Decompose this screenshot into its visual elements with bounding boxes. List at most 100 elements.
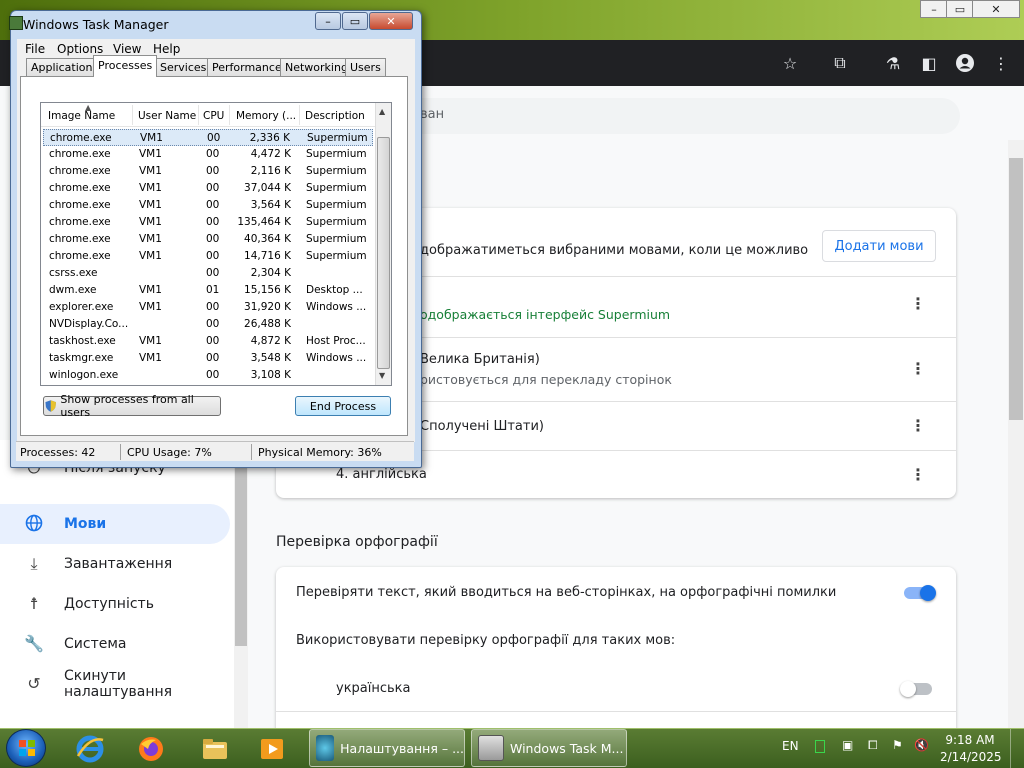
process-list[interactable]: ▲ Image Name User Name CPU Memory (... D… <box>40 102 392 386</box>
menu-file[interactable]: File <box>25 42 45 56</box>
language-item-1-menu-icon[interactable]: ⋮ <box>910 294 926 314</box>
main-scrollbar-thumb[interactable] <box>1009 158 1023 420</box>
process-description: Supermium <box>306 216 367 228</box>
tray-flag-icon[interactable]: ⚑ <box>892 738 903 752</box>
browser-maximize-button[interactable]: ▭ <box>946 0 974 18</box>
column-separator[interactable] <box>132 105 133 125</box>
language-item-4-menu-icon[interactable]: ⋮ <box>910 465 926 485</box>
browser-close-button[interactable]: ✕ <box>972 0 1020 18</box>
start-button[interactable] <box>6 729 46 767</box>
internet-explorer-icon[interactable] <box>70 731 110 767</box>
process-row[interactable]: chrome.exe VM1 00 4,472 K Supermium <box>43 146 373 163</box>
process-row[interactable]: chrome.exe VM1 00 40,364 K Supermium <box>43 231 373 248</box>
process-memory: 4,472 K <box>250 148 291 160</box>
tab-networking[interactable]: Networking <box>280 58 353 76</box>
profile-icon[interactable] <box>954 52 976 74</box>
tray-nvidia-icon[interactable]: ▣ <box>842 738 853 752</box>
process-row[interactable]: csrss.exe 00 2,304 K <box>43 265 373 282</box>
column-description[interactable]: Description <box>305 110 365 122</box>
process-row[interactable]: chrome.exe VM1 00 14,716 K Supermium <box>43 248 373 265</box>
sidebar-item-reset[interactable]: ↺ Скинути налаштування <box>0 664 230 704</box>
clock-time[interactable]: 9:18 AM <box>940 733 1000 747</box>
process-row[interactable]: explorer.exe VM1 00 31,920 K Windows ... <box>43 299 373 316</box>
tray-network-icon[interactable]: ⧠ <box>868 738 878 753</box>
end-process-button[interactable]: End Process <box>295 396 391 416</box>
language-item-3-menu-icon[interactable]: ⋮ <box>910 416 926 436</box>
sidebar-item-downloads[interactable]: ⤓ Завантаження <box>0 544 230 584</box>
process-user-name: VM1 <box>139 199 162 211</box>
column-separator[interactable] <box>299 105 300 125</box>
tab-processes[interactable]: Processes <box>93 55 158 77</box>
menu-options[interactable]: Options <box>57 42 103 56</box>
tab-services[interactable]: Services <box>155 58 212 76</box>
process-user-name: VM1 <box>139 352 162 364</box>
tab-applications[interactable]: Applications <box>26 58 104 76</box>
process-row[interactable]: chrome.exe VM1 00 2,116 K Supermium <box>43 163 373 180</box>
process-image-name: chrome.exe <box>49 233 111 245</box>
process-description: Supermium <box>306 165 367 177</box>
process-row[interactable]: chrome.exe VM1 00 135,464 K Supermium <box>43 214 373 231</box>
process-cpu: 00 <box>206 216 220 228</box>
process-list-scrollbar-thumb[interactable] <box>377 137 390 369</box>
process-row[interactable]: NVDisplay.Co... 00 26,488 K <box>43 316 373 333</box>
tab-performance[interactable]: Performance <box>207 58 287 76</box>
process-row[interactable]: chrome.exe VM1 00 3,564 K Supermium <box>43 197 373 214</box>
file-explorer-icon[interactable] <box>195 731 235 767</box>
tm-maximize-button[interactable]: ▭ <box>342 12 368 30</box>
menu-icon[interactable]: ⋮ <box>990 52 1012 74</box>
column-separator[interactable] <box>229 105 230 125</box>
process-list-header: ▲ Image Name User Name CPU Memory (... D… <box>41 103 375 127</box>
firefox-icon[interactable] <box>131 731 171 767</box>
sidebar-item-accessibility[interactable]: ☨ Доступність <box>0 584 230 624</box>
download-icon: ⤓ <box>30 554 38 573</box>
star-icon[interactable]: ☆ <box>779 52 801 74</box>
side-panel-icon[interactable]: ◧ <box>918 52 940 74</box>
process-row[interactable]: taskhost.exe VM1 00 4,872 K Host Proc... <box>43 333 373 350</box>
menu-help[interactable]: Help <box>153 42 180 56</box>
process-description: Desktop ... <box>306 284 363 296</box>
tray-battery-icon[interactable] <box>815 740 825 753</box>
spellcheck-ukrainian-toggle-knob[interactable] <box>900 681 916 697</box>
process-cpu: 00 <box>206 335 220 347</box>
clock-date[interactable]: 2/14/2025 <box>940 750 1002 764</box>
process-user-name: VM1 <box>139 233 162 245</box>
extensions-icon[interactable]: ⧉ <box>829 52 851 74</box>
media-player-icon[interactable] <box>252 731 292 767</box>
scroll-down-icon[interactable]: ▼ <box>379 371 385 380</box>
tm-minimize-button[interactable]: – <box>315 12 341 30</box>
column-memory[interactable]: Memory (... <box>236 110 296 122</box>
language-item-2-menu-icon[interactable]: ⋮ <box>910 359 926 379</box>
tm-menubar: File Options View Help <box>17 39 415 59</box>
process-row[interactable]: chrome.exe VM1 00 37,044 K Supermium <box>43 180 373 197</box>
process-row[interactable]: taskmgr.exe VM1 00 3,548 K Windows ... <box>43 350 373 367</box>
scroll-up-icon[interactable]: ▲ <box>379 107 385 116</box>
uac-shield-icon <box>45 400 56 412</box>
process-memory: 15,156 K <box>244 284 291 296</box>
spellcheck-toggle-knob[interactable] <box>920 585 936 601</box>
taskbar-button-settings[interactable]: Налаштування – ... <box>309 729 465 767</box>
sidebar-scrollbar-thumb[interactable] <box>235 440 247 646</box>
status-separator <box>120 444 121 460</box>
tray-volume-muted-icon[interactable]: 🔇 <box>914 738 929 752</box>
column-cpu[interactable]: CPU <box>203 110 224 122</box>
show-all-processes-button[interactable]: Show processes from all users <box>43 393 221 419</box>
language-indicator[interactable]: EN <box>782 739 799 753</box>
menu-view[interactable]: View <box>113 42 141 56</box>
sidebar-item-languages[interactable]: Мови <box>0 504 230 544</box>
show-desktop-button[interactable] <box>1010 729 1024 768</box>
process-row[interactable]: chrome.exe VM1 00 2,336 K Supermium <box>43 129 373 146</box>
tm-close-button[interactable]: ✕ <box>369 12 413 30</box>
sidebar-item-system[interactable]: 🔧 Система <box>0 624 230 664</box>
column-image-name[interactable]: Image Name <box>48 110 115 122</box>
taskbar-button-task-manager[interactable]: Windows Task M... <box>471 729 627 767</box>
tab-users[interactable]: Users <box>345 58 386 76</box>
process-row[interactable]: dwm.exe VM1 01 15,156 K Desktop ... <box>43 282 373 299</box>
tm-status-bar: Processes: 42 CPU Usage: 7% Physical Mem… <box>16 441 414 461</box>
process-user-name: VM1 <box>139 335 162 347</box>
process-row[interactable]: winlogon.exe 00 3,108 K <box>43 367 373 384</box>
lab-icon[interactable]: ⚗ <box>882 52 904 74</box>
browser-minimize-button[interactable]: – <box>920 0 948 18</box>
column-user-name[interactable]: User Name <box>138 110 196 122</box>
add-languages-button[interactable]: Додати мови <box>822 230 936 262</box>
column-separator[interactable] <box>198 105 199 125</box>
